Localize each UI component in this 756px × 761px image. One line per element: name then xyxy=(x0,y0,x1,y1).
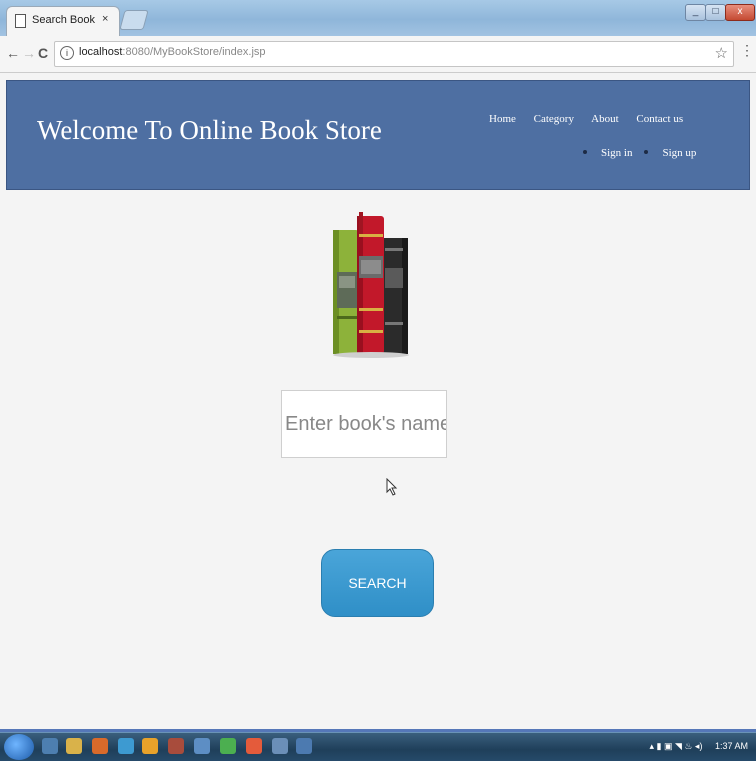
browser-tab[interactable]: Search Book × xyxy=(6,6,120,37)
auth-nav: Sign in Sign up xyxy=(583,147,696,159)
search-button[interactable]: SEARCH xyxy=(321,549,434,617)
tab-title: Search Book xyxy=(32,14,95,26)
taskbar-app-icon[interactable] xyxy=(66,738,82,754)
main-nav: Home Category About Contact us xyxy=(489,113,698,125)
site-title: Welcome To Online Book Store xyxy=(37,115,382,145)
browser-toolbar: ← → C i localhost:8080/MyBookStore/index… xyxy=(0,36,756,73)
bookmark-star-icon[interactable]: ☆ xyxy=(715,44,728,62)
browser-menu-icon[interactable]: ⋮ xyxy=(740,42,754,59)
bullet-icon xyxy=(644,150,649,155)
books-logo-image xyxy=(333,212,409,358)
taskbar-app-icon[interactable] xyxy=(142,738,158,754)
sign-up-link[interactable]: Sign up xyxy=(662,147,696,159)
windows-taskbar: ▴ ▮ ▣ ◥ ♨ ◂) 1:37 AM xyxy=(0,732,756,761)
new-tab-button[interactable] xyxy=(119,10,149,30)
taskbar-app-icon[interactable] xyxy=(246,738,262,754)
site-header: Welcome To Online Book Store Home Catego… xyxy=(6,80,750,190)
system-tray: ▴ ▮ ▣ ◥ ♨ ◂) 1:37 AM xyxy=(649,741,748,752)
taskbar-app-icon[interactable] xyxy=(296,738,312,754)
tab-close-icon[interactable]: × xyxy=(102,13,108,25)
forward-button[interactable]: → xyxy=(22,45,36,61)
nav-home[interactable]: Home xyxy=(489,113,516,125)
taskbar-app-icon[interactable] xyxy=(118,738,134,754)
taskbar-app-icon[interactable] xyxy=(42,738,58,754)
browser-titlebar: Search Book × _ □ x xyxy=(0,0,756,37)
taskbar-app-icon[interactable] xyxy=(220,738,236,754)
book-search-input[interactable] xyxy=(281,390,447,458)
back-button[interactable]: ← xyxy=(6,45,20,61)
info-icon[interactable]: i xyxy=(60,46,74,60)
maximize-button[interactable]: □ xyxy=(705,4,726,21)
document-icon xyxy=(15,14,26,28)
url-text: localhost:8080/MyBookStore/index.jsp xyxy=(79,46,266,58)
mouse-cursor-icon xyxy=(386,478,398,496)
minimize-button[interactable]: _ xyxy=(685,4,706,21)
tray-icons[interactable]: ▴ ▮ ▣ ◥ ♨ ◂) xyxy=(649,741,702,751)
sign-in-link[interactable]: Sign in xyxy=(601,147,632,159)
taskbar-app-icon[interactable] xyxy=(92,738,108,754)
nav-about[interactable]: About xyxy=(591,113,619,125)
start-button[interactable] xyxy=(4,734,34,760)
taskbar-app-icon[interactable] xyxy=(168,738,184,754)
reload-button[interactable]: C xyxy=(38,45,48,61)
clock[interactable]: 1:37 AM xyxy=(715,741,748,751)
taskbar-app-icon[interactable] xyxy=(194,738,210,754)
nav-contact[interactable]: Contact us xyxy=(636,113,683,125)
address-bar[interactable]: i localhost:8080/MyBookStore/index.jsp ☆ xyxy=(54,41,734,67)
taskbar-app-icon[interactable] xyxy=(272,738,288,754)
close-window-button[interactable]: x xyxy=(725,4,755,21)
nav-category[interactable]: Category xyxy=(534,113,574,125)
bullet-icon xyxy=(583,150,587,155)
